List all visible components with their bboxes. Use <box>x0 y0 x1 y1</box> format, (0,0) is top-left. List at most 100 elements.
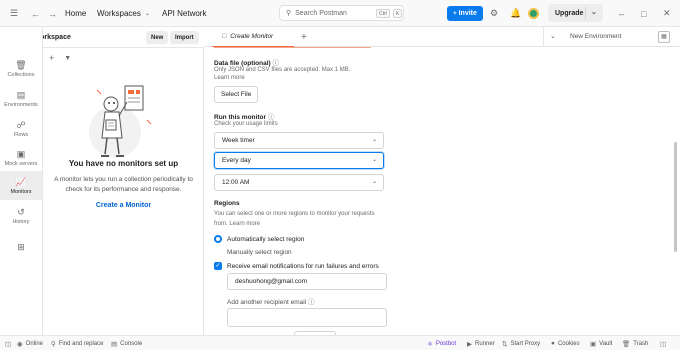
help-button[interactable]: ◫ <box>660 336 666 350</box>
find-replace-button[interactable]: ⚲ Find and replace <box>51 336 103 350</box>
regions-learn-more-link[interactable]: from. Learn more <box>214 220 260 228</box>
trash-icon: 🗑 <box>622 340 631 348</box>
api-network-link[interactable]: API Network <box>162 0 206 27</box>
sidebar-item-mock-servers[interactable]: ▣ Mock servers <box>0 143 42 172</box>
sidebar-item-configure[interactable]: ⊞ <box>0 232 42 261</box>
left-sidebar-rail: 🗑 Collections ▤ Environments ☍ Flows ▣ M… <box>0 27 43 335</box>
manual-region-option[interactable]: Manually select region <box>227 249 292 256</box>
plus-icon[interactable]: + <box>49 53 54 65</box>
status-bar: ◫ ◉ Online ⚲ Find and replace ▤ Console … <box>0 335 680 350</box>
shortcut-ctrl: Ctrl <box>376 9 390 18</box>
usage-limits-link[interactable]: Check your usage limits <box>214 120 278 128</box>
side-panel-toolbar: + ▼ <box>49 53 71 65</box>
email-notify-label: Receive email notifications for run fail… <box>227 262 379 270</box>
upgrade-button[interactable]: Upgrade ⌄ <box>548 4 603 22</box>
postbot-icon: ⚛ <box>427 340 433 348</box>
add-recipient-input[interactable] <box>227 308 387 327</box>
apps-grid-icon: ⊞ <box>17 241 25 252</box>
home-link[interactable]: Home <box>65 0 86 27</box>
info-icon[interactable]: ⓘ <box>308 299 315 306</box>
vault-icon: ▣ <box>590 340 597 348</box>
proxy-icon: ⇅ <box>502 340 508 348</box>
sidebar-toggle-button[interactable]: ◫ <box>5 336 11 350</box>
back-arrow-icon[interactable]: ← <box>31 0 40 27</box>
import-button[interactable]: Import <box>170 31 199 44</box>
timer-type-select[interactable]: Week timer ⌄ <box>214 132 384 149</box>
email-notify-checkbox[interactable]: ✓ <box>214 262 222 270</box>
upgrade-label: Upgrade <box>555 9 584 17</box>
sidebar-toggle-icon: ◫ <box>5 340 12 348</box>
tab-create-monitor[interactable]: □ Create Monitor <box>212 27 294 47</box>
cookies-icon: ● <box>551 340 555 347</box>
create-monitor-form: Data file (optional) ⓘ Only JSON and CSV… <box>204 47 680 337</box>
close-icon[interactable]: ✕ <box>663 0 671 27</box>
cookies-label: Cookies <box>557 340 580 347</box>
sidebar-item-environments[interactable]: ▤ Environments <box>0 84 42 113</box>
search-placeholder: Search Postman <box>295 9 347 17</box>
minimize-icon[interactable]: – <box>619 0 624 27</box>
forward-arrow-icon[interactable]: → <box>48 0 57 27</box>
new-button[interactable]: New <box>146 31 169 44</box>
notification-bell-icon[interactable]: 🔔 <box>510 0 521 27</box>
time-select[interactable]: 12:00 AM ⌄ <box>214 174 384 191</box>
invite-button[interactable]: + Invite <box>447 6 483 21</box>
trash-label: Trash <box>633 340 649 347</box>
chevron-down-icon[interactable]: ⌄ <box>550 27 556 47</box>
workspaces-menu[interactable]: Workspaces ⌄ <box>97 0 150 27</box>
monitor-tab-icon: □ <box>222 33 227 40</box>
maximize-icon[interactable]: □ <box>641 0 646 27</box>
runner-icon: ▶ <box>467 340 472 348</box>
collections-icon: 🗑 <box>15 59 27 70</box>
new-tab-plus-icon[interactable]: + <box>301 27 307 47</box>
divider <box>214 47 371 48</box>
online-icon: ◉ <box>17 340 23 348</box>
sidebar-item-label: History <box>12 218 30 225</box>
learn-more-link[interactable]: Learn more <box>214 74 245 82</box>
trash-button[interactable]: 🗑 Trash <box>622 336 648 350</box>
chevron-down-icon: ⌄ <box>371 157 377 163</box>
workspaces-label: Workspaces <box>97 9 141 18</box>
monitor-empty-illustration <box>89 85 152 158</box>
scrollbar[interactable] <box>674 142 677 252</box>
environment-selector[interactable]: ⌄ New Environment ▦ <box>543 27 680 47</box>
settings-gear-icon[interactable]: ⚙ <box>490 0 498 27</box>
monitors-side-panel: + ▼ You have no monitors set up A monito… <box>43 48 204 335</box>
menu-icon[interactable]: ☰ <box>10 0 18 27</box>
online-status[interactable]: ◉ Online <box>17 336 43 350</box>
sidebar-item-collections[interactable]: 🗑 Collections <box>0 54 42 83</box>
divider <box>585 7 586 19</box>
console-button[interactable]: ▤ Console <box>111 336 142 350</box>
search-input[interactable]: ⚲ Search Postman Ctrl K <box>279 5 404 21</box>
environment-quick-look-icon[interactable]: ▦ <box>658 31 670 43</box>
online-label: Online <box>25 340 44 347</box>
create-monitor-link[interactable]: Create a Monitor <box>43 202 204 209</box>
find-replace-label: Find and replace <box>58 340 104 347</box>
sidebar-item-flows[interactable]: ☍ Flows <box>0 114 42 143</box>
sidebar-item-label: Mock servers <box>4 160 38 167</box>
chevron-down-icon[interactable]: ⌄ <box>591 4 597 22</box>
auto-region-radio-row[interactable]: Automatically select region <box>214 235 304 243</box>
postbot-button[interactable]: ⚛ Postbot <box>427 336 456 350</box>
start-proxy-button[interactable]: ⇅ Start Proxy <box>502 336 540 350</box>
frequency-select[interactable]: Every day ⌄ <box>214 152 384 169</box>
runner-label: Runner <box>475 340 495 347</box>
email-recipient-input[interactable]: deshuohong@gmail.com <box>227 273 387 290</box>
top-bar: ☰ ← → Home Workspaces ⌄ API Network ⚲ Se… <box>0 0 680 27</box>
help-icon: ◫ <box>660 340 667 348</box>
chevron-down-icon: ⌄ <box>371 137 377 143</box>
email-notify-checkbox-row[interactable]: ✓ Receive email notifications for run fa… <box>214 262 379 270</box>
auto-region-radio[interactable] <box>214 235 222 243</box>
invite-label: Invite <box>458 10 477 17</box>
add-user-icon: + <box>453 10 457 17</box>
sidebar-item-history[interactable]: ↺ History <box>0 201 42 230</box>
vault-button[interactable]: ▣ Vault <box>590 336 612 350</box>
cookies-button[interactable]: ● Cookies <box>551 336 580 350</box>
sidebar-item-monitors[interactable]: 📈 Monitors <box>0 171 42 200</box>
runner-button[interactable]: ▶ Runner <box>467 336 495 350</box>
vault-label: Vault <box>599 340 613 347</box>
add-recipient-label-text: Add another recipient email <box>227 299 307 306</box>
avatar[interactable] <box>528 0 539 27</box>
select-file-button[interactable]: Select File <box>214 86 259 103</box>
filter-icon[interactable]: ▼ <box>64 53 71 65</box>
environment-select-label[interactable]: New Environment <box>570 27 621 47</box>
